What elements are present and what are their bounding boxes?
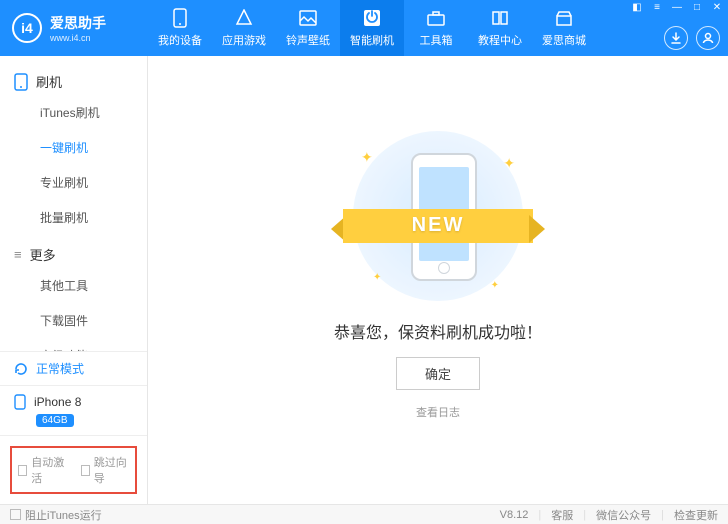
sidebar-group-more: ≡ 更多 (0, 235, 147, 268)
download-icon[interactable] (664, 26, 688, 50)
device-mode-status[interactable]: 正常模式 (0, 351, 147, 385)
checkbox-label: 阻止iTunes运行 (25, 507, 102, 523)
nav-flash[interactable]: 智能刷机 (340, 0, 404, 56)
group-title: 更多 (30, 245, 56, 264)
checkbox-label: 跳过向导 (94, 454, 129, 486)
nav-label: 智能刷机 (350, 32, 394, 48)
device-info[interactable]: iPhone 8 64GB (0, 385, 147, 435)
minimize-icon[interactable]: — (670, 2, 684, 13)
group-title: 刷机 (36, 72, 62, 91)
logo-icon: i4 (12, 13, 42, 43)
nav-my-device[interactable]: 我的设备 (148, 0, 212, 56)
view-log-link[interactable]: 查看日志 (416, 404, 460, 420)
sidebar-item-oneclick-flash[interactable]: 一键刷机 (0, 130, 147, 165)
sidebar-item-advanced[interactable]: 高级功能 (0, 338, 147, 351)
sidebar-item-pro-flash[interactable]: 专业刷机 (0, 165, 147, 200)
auto-activate-checkbox[interactable]: 自动激活 (18, 454, 67, 486)
nav-label: 铃声壁纸 (286, 32, 330, 48)
app-url: www.i4.cn (50, 33, 106, 43)
apps-icon (234, 8, 254, 28)
sidebar-item-itunes-flash[interactable]: iTunes刷机 (0, 95, 147, 130)
flash-icon (362, 8, 382, 28)
logo-area: i4 爱思助手 www.i4.cn (0, 13, 148, 43)
close-icon[interactable]: ✕ (710, 2, 724, 13)
window-controls: ◧ ≡ — □ ✕ (630, 2, 724, 13)
support-link[interactable]: 客服 (551, 507, 573, 523)
sidebar-item-batch-flash[interactable]: 批量刷机 (0, 200, 147, 235)
options-highlight-box: 自动激活 跳过向导 (10, 446, 137, 494)
toolbox-icon (426, 8, 446, 28)
app-name: 爱思助手 (50, 13, 106, 33)
nav-ringtones[interactable]: 铃声壁纸 (276, 0, 340, 56)
nav-apps[interactable]: 应用游戏 (212, 0, 276, 56)
device-icon (14, 73, 28, 91)
ok-button[interactable]: 确定 (396, 357, 480, 390)
menu-icon[interactable]: ≡ (650, 2, 664, 13)
more-icon: ≡ (14, 247, 22, 262)
main-content: ✦ ✦ ✦ ✦ NEW 恭喜您，保资料刷机成功啦！ 确定 查看日志 (148, 56, 728, 504)
sidebar: 刷机 iTunes刷机 一键刷机 专业刷机 批量刷机 ≡ 更多 其他工具 下载固… (0, 56, 148, 504)
app-header: i4 爱思助手 www.i4.cn 我的设备 应用游戏 铃声壁纸 智能刷机 工具… (0, 0, 728, 56)
status-bar: 阻止iTunes运行 V8.12| 客服| 微信公众号| 检查更新 (0, 504, 728, 524)
nav-label: 应用游戏 (222, 32, 266, 48)
nav-toolbox[interactable]: 工具箱 (404, 0, 468, 56)
skin-icon[interactable]: ◧ (630, 2, 644, 13)
new-ribbon: NEW (333, 201, 543, 249)
nav-tutorials[interactable]: 教程中心 (468, 0, 532, 56)
block-itunes-checkbox[interactable]: 阻止iTunes运行 (10, 507, 102, 523)
wechat-link[interactable]: 微信公众号 (596, 507, 651, 523)
user-icon[interactable] (696, 26, 720, 50)
phone-icon (170, 8, 190, 28)
book-icon (490, 8, 510, 28)
maximize-icon[interactable]: □ (690, 2, 704, 13)
nav-label: 教程中心 (478, 32, 522, 48)
nav-label: 爱思商城 (542, 32, 586, 48)
nav-label: 我的设备 (158, 32, 202, 48)
success-illustration: ✦ ✦ ✦ ✦ NEW (333, 131, 543, 301)
sidebar-group-flash: 刷机 (0, 62, 147, 95)
storage-badge: 64GB (36, 414, 74, 427)
phone-small-icon (14, 394, 26, 410)
store-icon (554, 8, 574, 28)
success-message: 恭喜您，保资料刷机成功啦！ (334, 319, 542, 343)
refresh-icon (14, 362, 28, 376)
skip-guide-checkbox[interactable]: 跳过向导 (81, 454, 130, 486)
nav-label: 工具箱 (420, 32, 453, 48)
device-name: iPhone 8 (34, 395, 81, 409)
checkbox-label: 自动激活 (31, 454, 66, 486)
sidebar-item-download-firmware[interactable]: 下载固件 (0, 303, 147, 338)
main-nav: 我的设备 应用游戏 铃声壁纸 智能刷机 工具箱 教程中心 爱思商城 (148, 0, 596, 56)
wallpaper-icon (298, 8, 318, 28)
version-text: V8.12 (500, 509, 529, 521)
check-update-link[interactable]: 检查更新 (674, 507, 718, 523)
status-text: 正常模式 (36, 360, 84, 377)
sidebar-item-other-tools[interactable]: 其他工具 (0, 268, 147, 303)
nav-store[interactable]: 爱思商城 (532, 0, 596, 56)
